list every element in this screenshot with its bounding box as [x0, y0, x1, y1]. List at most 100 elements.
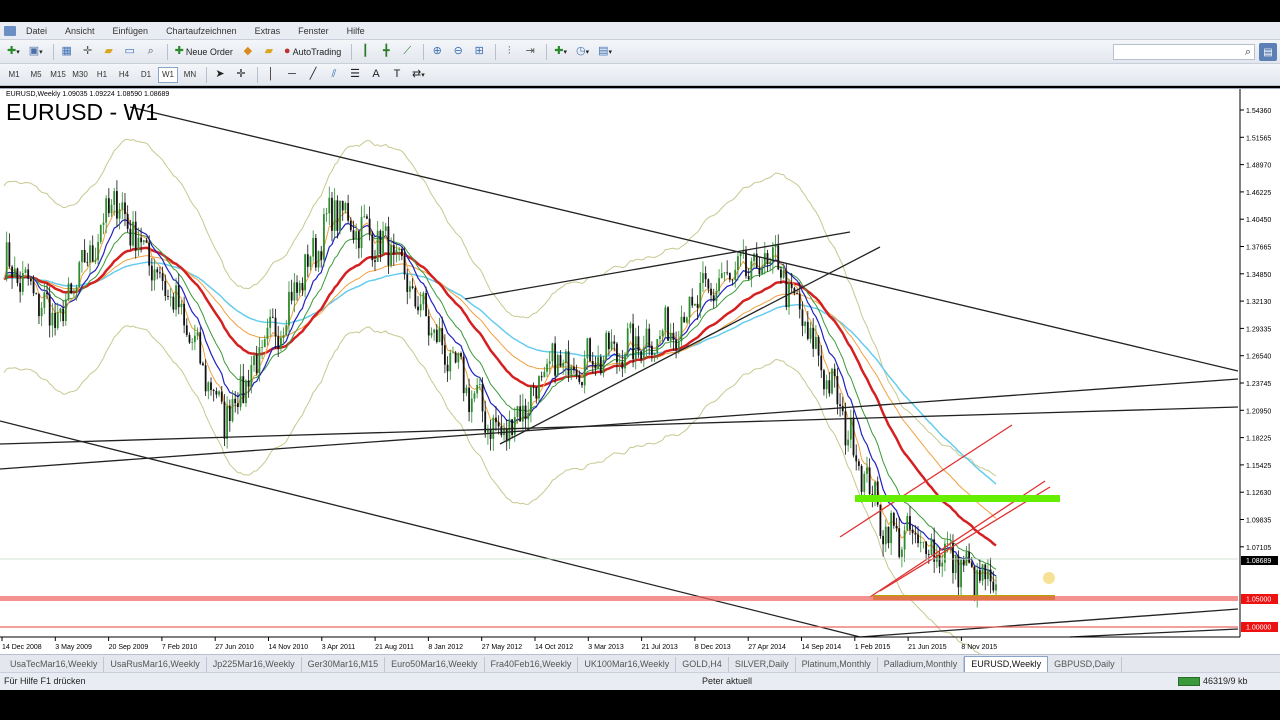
- menu-item-chart[interactable]: Chartaufzeichnen: [166, 26, 237, 36]
- candle-body: [833, 368, 836, 377]
- candle-body: [898, 528, 901, 557]
- menu-item-ansicht[interactable]: Ansicht: [65, 26, 95, 36]
- candle-body: [414, 287, 417, 307]
- date-tick-label: 1 Feb 2015: [855, 644, 891, 651]
- chart-tab[interactable]: SILVER,Daily: [729, 657, 796, 672]
- chart-window[interactable]: 1.54360 1.51565 1.48970 1.46225 1.40450 1.376…: [0, 88, 1280, 655]
- menu-item-hilfe[interactable]: Hilfe: [347, 26, 365, 36]
- candle-body: [583, 358, 586, 386]
- candle-body: [470, 398, 473, 413]
- candle-body: [605, 332, 608, 361]
- chart-tab[interactable]: EURUSD,Weekly: [964, 656, 1049, 672]
- menu-item-einfuegen[interactable]: Einfügen: [113, 26, 149, 36]
- indicators-button[interactable]: ✚ ▾: [551, 43, 570, 61]
- menu-item-extras[interactable]: Extras: [255, 26, 281, 36]
- timeframe-h4[interactable]: H4: [114, 67, 134, 83]
- timeframe-m5[interactable]: M5: [26, 67, 46, 83]
- chart-tab[interactable]: Euro50Mar16,Weekly: [385, 657, 485, 672]
- chart-shift-button[interactable]: ⫶: [500, 43, 518, 61]
- candle-body: [121, 202, 124, 210]
- help-button[interactable]: ▤: [1259, 43, 1277, 61]
- tile-windows-button[interactable]: ⊞: [470, 43, 488, 61]
- timeframe-mn[interactable]: MN: [180, 67, 200, 83]
- line-chart-button[interactable]: ⟋: [398, 43, 416, 61]
- candle-body: [597, 357, 600, 369]
- candle-body: [667, 307, 669, 341]
- trendline-button[interactable]: ╱: [304, 66, 322, 84]
- chart-tab[interactable]: GBPUSD,Daily: [1048, 657, 1122, 672]
- candle-body: [384, 226, 387, 231]
- candle-body: [126, 213, 129, 229]
- chart-tab[interactable]: GOLD,H4: [676, 657, 729, 672]
- metaeditor-button[interactable]: ◆: [239, 43, 257, 61]
- candle-body: [207, 382, 210, 392]
- text-label-button[interactable]: T: [388, 66, 406, 84]
- data-window-button[interactable]: ✛: [79, 43, 97, 61]
- chart-tab[interactable]: UsaRusMar16,Weekly: [104, 657, 207, 672]
- signals-button[interactable]: ▰: [260, 43, 278, 61]
- zoom-out-button[interactable]: ⊖: [449, 43, 467, 61]
- candle-body: [777, 245, 780, 270]
- candle-body: [930, 539, 933, 555]
- chart-tab[interactable]: Ger30Mar16,M15: [302, 657, 386, 672]
- candle-body: [263, 339, 266, 348]
- equidistant-channel-button[interactable]: ⫽: [325, 66, 343, 84]
- autoscroll-button[interactable]: ⇥: [521, 43, 539, 61]
- navigator-button[interactable]: ▰: [100, 43, 118, 61]
- timeframe-h1[interactable]: H1: [92, 67, 112, 83]
- autotrading-button[interactable]: ● AutoTrading: [281, 43, 344, 61]
- profiles-button[interactable]: ▣ ▾: [26, 43, 46, 61]
- menu-item-datei[interactable]: Datei: [26, 26, 47, 36]
- chart-tab[interactable]: Fra40Feb16,Weekly: [485, 657, 579, 672]
- candle-body: [59, 308, 62, 313]
- candle-body: [99, 224, 102, 242]
- crosshair-tool-button[interactable]: ✛: [232, 66, 250, 84]
- search-icon[interactable]: ⌕: [1245, 46, 1251, 59]
- terminal-button[interactable]: ▭: [121, 43, 139, 61]
- candle-body: [382, 230, 384, 255]
- periods-button[interactable]: ◷ ▾: [573, 43, 592, 61]
- candle-body: [226, 405, 229, 439]
- candle-body: [672, 332, 675, 340]
- timeframe-m15[interactable]: M15: [48, 67, 68, 83]
- horizontal-line-button[interactable]: ─: [283, 66, 301, 84]
- timeframe-m30[interactable]: M30: [70, 67, 90, 83]
- candle-body: [521, 405, 524, 422]
- fibonacci-button[interactable]: ☰: [346, 66, 364, 84]
- zoom-in-button[interactable]: ⊕: [428, 43, 446, 61]
- chart-tab[interactable]: UsaTecMar16,Weekly: [4, 657, 105, 672]
- market-watch-button[interactable]: ▦: [58, 43, 76, 61]
- vertical-line-button[interactable]: │: [262, 66, 280, 84]
- candle-body: [352, 230, 355, 240]
- candle-body: [452, 352, 454, 354]
- timeframe-m1[interactable]: M1: [4, 67, 24, 83]
- arrows-button[interactable]: ⇄ ▾: [409, 66, 428, 84]
- timeframe-d1[interactable]: D1: [136, 67, 156, 83]
- candlestick-button[interactable]: ╋: [377, 43, 395, 61]
- chart-tab[interactable]: Platinum,Monthly: [796, 657, 878, 672]
- bar-chart-button[interactable]: ┃: [356, 43, 374, 61]
- timeframe-w1[interactable]: W1: [158, 66, 178, 83]
- price-tick-label: 1.48970: [1246, 163, 1271, 170]
- chart-tab[interactable]: UK100Mar16,Weekly: [578, 657, 677, 672]
- candle-body: [696, 303, 699, 308]
- menu-item-fenster[interactable]: Fenster: [298, 26, 329, 36]
- chart-tab[interactable]: Palladium,Monthly: [878, 657, 965, 672]
- toolbar-separator: [423, 43, 425, 60]
- text-label-icon: T: [393, 68, 401, 80]
- templates-button[interactable]: ▤ ▾: [595, 43, 615, 61]
- candle-body: [298, 282, 301, 293]
- candle-body: [516, 406, 519, 417]
- candle-body: [968, 551, 971, 563]
- new-order-button[interactable]: ✚ Neue Order: [172, 43, 236, 61]
- cursor-tool-button[interactable]: ➤: [211, 66, 229, 84]
- candle-body: [468, 387, 470, 413]
- ema-orange-slow-line: [3, 255, 997, 519]
- red-price-label: 1.00000: [1246, 625, 1271, 632]
- strategy-tester-button[interactable]: ⌕: [142, 43, 160, 61]
- price-chart[interactable]: 1.54360 1.51565 1.48970 1.46225 1.40450 1.376…: [0, 89, 1280, 655]
- search-input[interactable]: [1124, 47, 1245, 57]
- chart-tab[interactable]: Jp225Mar16,Weekly: [207, 657, 302, 672]
- new-chart-button[interactable]: ✚ ▾: [4, 43, 23, 61]
- text-tool-button[interactable]: A: [367, 66, 385, 84]
